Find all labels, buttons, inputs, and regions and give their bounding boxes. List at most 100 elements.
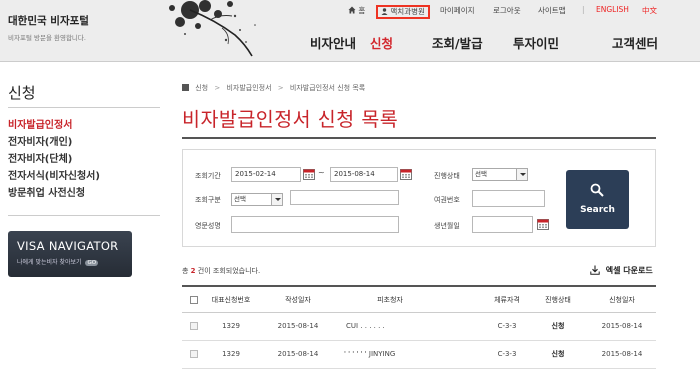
select-all-checkbox[interactable]: [190, 296, 198, 304]
date-to-input[interactable]: 2015-08-14: [330, 167, 398, 182]
cell-apply-date: 2015-08-14: [601, 322, 643, 330]
birth-date-input[interactable]: [472, 216, 533, 233]
sidebar-item-visa-confirmation[interactable]: 비자발급인정서: [8, 117, 100, 134]
banner-go-badge: GO: [85, 260, 99, 266]
banner-title: VISA NAVIGATOR: [17, 239, 118, 253]
sidebar-item-evisa-individual[interactable]: 전자비자(개인): [8, 134, 100, 151]
birth-date-label: 생년월일: [434, 222, 460, 230]
table-row[interactable]: 1329 2015-08-14 ' ' ' ' ' ' JINYING C-3-…: [182, 341, 656, 369]
search-form: 조회기간 2015-02-14 ~ 2015-08-14 조회구분 선택 영문성…: [182, 149, 656, 247]
nav-customer-center[interactable]: 고객센터: [612, 33, 658, 52]
excel-download-button[interactable]: 엑셀 다운로드: [590, 265, 653, 276]
sidebar-item-e-forms[interactable]: 전자서식(비자신청서): [8, 168, 100, 185]
header-invitee: 피초청자: [377, 296, 403, 304]
english-link[interactable]: ENGLISH: [596, 5, 629, 14]
table-header: 대표신청번호 작성일자 피초청자 체류자격 진행상태 신청일자: [182, 285, 656, 313]
result-count: 총 2 건이 조회되었습니다.: [182, 266, 260, 276]
breadcrumb-item[interactable]: 신청: [195, 84, 208, 92]
chevron-down-icon: [271, 194, 282, 205]
sidebar-title: 신청: [8, 84, 36, 102]
chevron-down-icon: [516, 169, 527, 180]
breadcrumb-separator-icon: >: [214, 84, 221, 92]
menu-divider: |: [582, 5, 585, 14]
table-row[interactable]: 1329 2015-08-14 CUI . . . . . . C-3-3 신청…: [182, 313, 656, 341]
passport-number-label: 여권번호: [434, 196, 460, 204]
customer-name: 맥치과병원: [390, 7, 425, 16]
nav-visa-info[interactable]: 비자안내: [310, 33, 356, 52]
banner-title-navigator: NAVIGATOR: [48, 239, 119, 253]
home-link[interactable]: 홈: [348, 5, 365, 16]
customer-name-link[interactable]: 맥치과병원: [376, 5, 430, 19]
cell-progress: 신청: [534, 341, 582, 367]
nav-investment-immigration[interactable]: 투자이민: [513, 33, 559, 52]
page-title: 비자발급인정서 신청 목록: [182, 108, 399, 131]
mypage-link[interactable]: 마이페이지: [440, 5, 475, 16]
visa-navigator-banner[interactable]: VISA NAVIGATOR 나에게 맞는비자 찾아보기 GO: [8, 231, 132, 277]
chinese-link[interactable]: 中文: [642, 5, 657, 16]
ink-painting-decoration: [169, 0, 256, 57]
cell-progress-text: 신청: [551, 350, 565, 358]
site-header: 대한민국 비자포털 비자포털 방문을 환영합니다. 홈 맥치과병원 마이페이지: [0, 0, 700, 62]
banner-subtitle: 나에게 맞는비자 찾아보기 GO: [17, 257, 99, 266]
cell-invitee[interactable]: CUI . . . . . .: [346, 313, 464, 339]
calendar-icon[interactable]: [537, 218, 549, 230]
cell-progress-text: 신청: [551, 322, 565, 330]
cell-invitee[interactable]: ' ' ' ' ' ' JINYING: [344, 341, 462, 367]
progress-status-select[interactable]: 선택: [472, 168, 528, 181]
banner-title-visa: VISA: [17, 239, 45, 253]
calendar-icon[interactable]: [400, 168, 412, 180]
cell-written-date: 2015-08-14: [277, 322, 319, 330]
sidebar-divider: [8, 107, 160, 108]
sitemap-link[interactable]: 사이트맵: [538, 5, 566, 16]
cell-progress: 신청: [534, 313, 582, 339]
cell-application-number: 1329: [222, 322, 240, 330]
english-name-input[interactable]: [231, 216, 399, 233]
breadcrumb-separator-icon: >: [277, 84, 284, 92]
header-progress: 진행상태: [545, 296, 571, 304]
home-label: 홈: [358, 6, 366, 15]
site-logo-title[interactable]: 대한민국 비자포털: [8, 13, 89, 28]
breadcrumb-home-icon[interactable]: [182, 84, 189, 91]
header-written-date: 작성일자: [285, 296, 311, 304]
passport-number-input[interactable]: [472, 190, 545, 207]
sidebar-item-visit-employment[interactable]: 방문취업 사전신청: [8, 185, 100, 202]
header-visa-status: 체류자격: [494, 296, 520, 304]
nav-apply[interactable]: 신청: [370, 33, 393, 52]
title-underline: [182, 137, 656, 139]
row-checkbox[interactable]: [190, 350, 198, 358]
header-application-number: 대표신청번호: [211, 296, 251, 304]
cell-written-date: 2015-08-14: [277, 350, 319, 358]
breadcrumb-current: 비자발급인정서 신청 목록: [289, 84, 366, 92]
date-range-tilde: ~: [318, 168, 325, 177]
sidebar-item-evisa-group[interactable]: 전자비자(단체): [8, 151, 100, 168]
progress-selected-value: 선택: [475, 170, 487, 178]
breadcrumb: 신청 > 비자발급인정서 > 비자발급인정서 신청 목록: [182, 83, 365, 93]
header-apply-date: 신청일자: [609, 296, 635, 304]
banner-subtitle-text: 나에게 맞는비자 찾아보기: [17, 259, 82, 266]
search-button-label: Search: [580, 205, 615, 215]
sidebar-divider-bottom: [8, 215, 160, 216]
result-count-prefix: 총: [182, 267, 191, 275]
category-text-input[interactable]: [290, 190, 399, 205]
row-checkbox[interactable]: [190, 322, 198, 330]
home-icon: [348, 6, 356, 14]
date-from-input[interactable]: 2015-02-14: [231, 167, 301, 182]
category-label: 조회구분: [195, 196, 221, 204]
cell-apply-date: 2015-08-14: [601, 350, 643, 358]
site-logo-subtitle: 비자포털 방문을 환영합니다.: [8, 34, 86, 42]
search-icon: [590, 183, 604, 197]
category-select[interactable]: 선택: [231, 193, 283, 206]
period-label: 조회기간: [195, 172, 221, 180]
english-name-label: 영문성명: [195, 222, 221, 230]
cell-visa-status: C-3-3: [497, 350, 517, 358]
logout-link[interactable]: 로그아웃: [493, 5, 521, 16]
cell-application-number: 1329: [222, 350, 240, 358]
cell-visa-status: C-3-3: [497, 322, 517, 330]
user-icon: [381, 8, 388, 15]
search-button[interactable]: Search: [566, 170, 629, 229]
result-count-suffix: 건이 조회되었습니다.: [195, 267, 261, 275]
calendar-icon[interactable]: [303, 168, 315, 180]
nav-inquiry-issue[interactable]: 조회/발급: [432, 33, 483, 52]
breadcrumb-item[interactable]: 비자발급인정서: [226, 84, 271, 92]
category-selected-value: 선택: [234, 195, 246, 203]
